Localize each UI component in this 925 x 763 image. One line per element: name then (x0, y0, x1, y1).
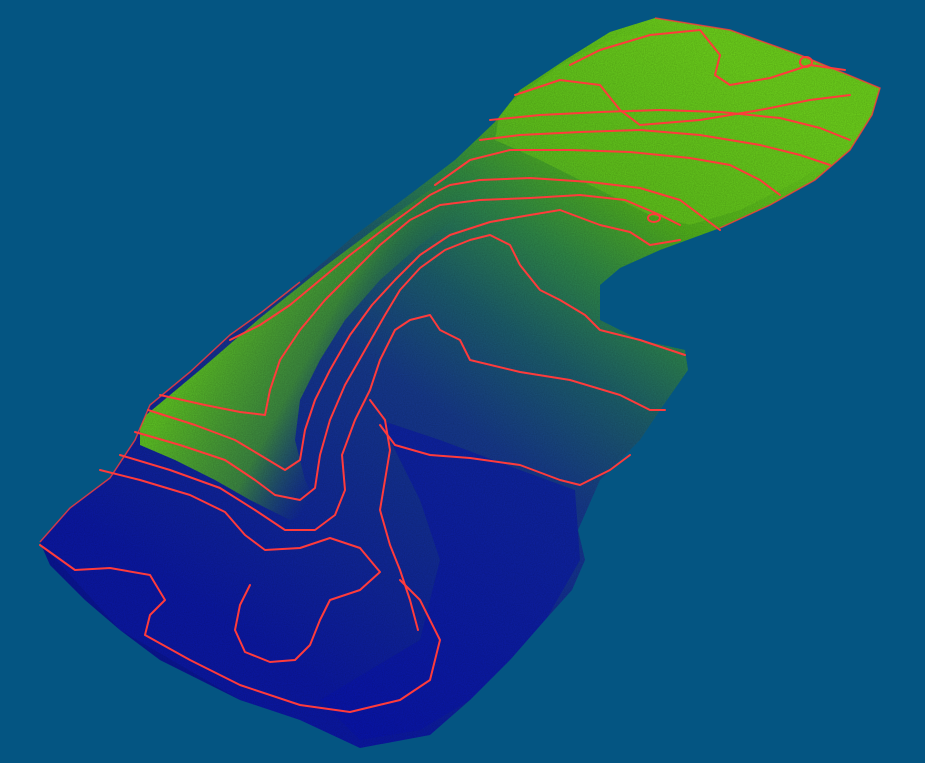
terrain-body (40, 18, 880, 748)
terrain-3d-surface[interactable] (0, 0, 925, 763)
terrain-viewport[interactable] (0, 0, 925, 763)
